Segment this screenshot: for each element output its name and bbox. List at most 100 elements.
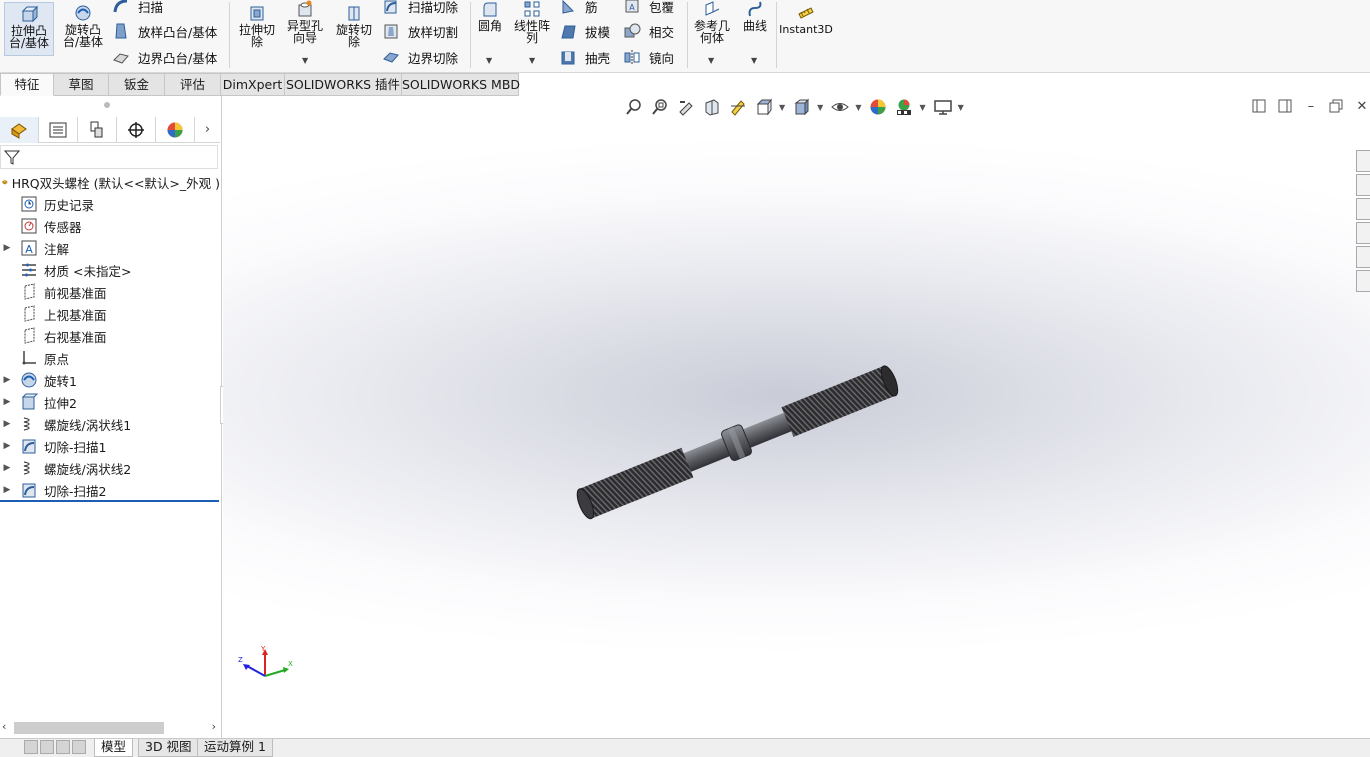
tab-solidworks-addins[interactable]: SOLIDWORKS 插件: [285, 73, 402, 96]
fillet-button[interactable]: 圆角: [474, 0, 506, 40]
prev-tab-icon[interactable]: [40, 740, 54, 754]
first-tab-icon[interactable]: [24, 740, 38, 754]
expand-arrow-icon[interactable]: ▶: [0, 243, 14, 253]
zoom-to-fit-icon[interactable]: [623, 97, 645, 117]
tab-dimxpert[interactable]: DimXpert: [221, 73, 285, 96]
close-icon[interactable]: ✕: [1353, 99, 1370, 117]
tree-item[interactable]: 材质 <未指定>: [0, 259, 220, 281]
tab-configuration-manager[interactable]: [78, 117, 117, 143]
task-pane-appearances-icon[interactable]: [1356, 246, 1370, 268]
curves-dropdown-icon[interactable]: ▼: [751, 56, 757, 65]
tree-item[interactable]: ▶ 螺旋线/涡状线1: [0, 413, 220, 435]
draft-button[interactable]: 拔模: [559, 21, 610, 41]
view-settings-icon[interactable]: [932, 97, 954, 117]
tree-item[interactable]: ▶ A 注解: [0, 237, 220, 259]
tree-item[interactable]: ▶ 切除-扫描2: [0, 479, 220, 501]
task-pane-3d-content-icon[interactable]: [1356, 174, 1370, 196]
tree-item[interactable]: 历史记录: [0, 193, 220, 215]
section-view-icon[interactable]: [701, 97, 723, 117]
reference-geometry-dropdown-icon[interactable]: ▼: [708, 56, 714, 65]
task-pane-design-library-icon[interactable]: [1356, 198, 1370, 220]
apply-scene-icon[interactable]: [893, 97, 915, 117]
tree-item[interactable]: 前视基准面: [0, 281, 220, 303]
tree-item[interactable]: 右视基准面: [0, 325, 220, 347]
tab-features[interactable]: 特征: [0, 73, 54, 96]
view-orientation-icon[interactable]: [753, 97, 775, 117]
expand-arrow-icon[interactable]: ▶: [0, 375, 14, 385]
revolve-boss-button[interactable]: 旋转凸台/基体: [58, 2, 108, 56]
restore-icon[interactable]: [1327, 99, 1345, 117]
tab-solidworks-mbd[interactable]: SOLIDWORKS MBD: [402, 73, 520, 96]
boundary-cut-button[interactable]: 边界切除: [382, 47, 458, 67]
view-orientation-dropdown-icon[interactable]: ▼: [779, 103, 785, 112]
sweep-button[interactable]: 扫描: [112, 0, 163, 16]
tree-root-part[interactable]: HRQ双头螺栓 (默认<<默认>_外观 ): [0, 171, 220, 193]
instant3d-button[interactable]: Instant3D: [779, 4, 833, 44]
panel-tabs-next-icon[interactable]: ›: [195, 117, 220, 142]
minimize-icon[interactable]: –: [1302, 99, 1320, 117]
next-tab-icon[interactable]: [56, 740, 70, 754]
stud-bolt-model[interactable]: [553, 346, 923, 536]
expand-arrow-icon[interactable]: ▶: [0, 485, 14, 495]
linear-pattern-dropdown-icon[interactable]: ▼: [529, 56, 535, 65]
scroll-right-icon[interactable]: ›: [212, 720, 216, 733]
tree-item[interactable]: ▶ 旋转1: [0, 369, 220, 391]
curves-button[interactable]: 曲线: [738, 0, 772, 40]
hole-wizard-button[interactable]: 异型孔向导: [282, 0, 328, 52]
extrude-cut-button[interactable]: 拉伸切除: [234, 4, 280, 56]
sweep-cut-button[interactable]: 扫描切除: [382, 0, 458, 16]
tree-item[interactable]: ▶ 拉伸2: [0, 391, 220, 413]
display-style-icon[interactable]: [791, 97, 813, 117]
tree-filter[interactable]: [0, 145, 218, 169]
panel-collapse-handle[interactable]: [104, 102, 110, 108]
expand-arrow-icon[interactable]: ▶: [0, 419, 14, 429]
linear-pattern-button[interactable]: 线性阵列: [510, 0, 554, 44]
tab-display-manager[interactable]: [156, 117, 195, 143]
expand-arrow-icon[interactable]: ▶: [0, 441, 14, 451]
task-pane-home-icon[interactable]: [1356, 150, 1370, 172]
tab-nav-arrows[interactable]: [24, 740, 86, 755]
last-tab-icon[interactable]: [72, 740, 86, 754]
extrude-boss-button[interactable]: 拉伸凸台/基体: [4, 2, 54, 56]
fillet-dropdown-icon[interactable]: ▼: [486, 56, 492, 65]
scroll-thumb[interactable]: [14, 722, 164, 734]
split-right-icon[interactable]: [1276, 99, 1294, 117]
expand-arrow-icon[interactable]: ▶: [0, 463, 14, 473]
loft-cut-button[interactable]: 放样切割: [382, 21, 458, 41]
tree-item[interactable]: ▶ 切除-扫描1: [0, 435, 220, 457]
edit-appearance-icon[interactable]: [867, 97, 889, 117]
tab-sheet-metal[interactable]: 钣金: [109, 73, 165, 96]
previous-view-icon[interactable]: [675, 97, 697, 117]
zoom-to-area-icon[interactable]: [649, 97, 671, 117]
mirror-button[interactable]: 镜向: [623, 47, 674, 67]
wrap-button[interactable]: A 包覆: [623, 0, 674, 16]
tree-item[interactable]: ▶ 螺旋线/涡状线2: [0, 457, 220, 479]
scroll-left-icon[interactable]: ‹: [2, 720, 6, 733]
tab-model[interactable]: 模型: [94, 739, 134, 757]
task-pane-file-explorer-icon[interactable]: [1356, 222, 1370, 244]
tab-3d-view[interactable]: 3D 视图: [138, 739, 199, 757]
graphics-area[interactable]: ▼ ▼ ▼ ▼ ▼ – ✕ Y X Z: [223, 96, 1370, 738]
shell-button[interactable]: 抽壳: [559, 47, 610, 67]
intersect-button[interactable]: 相交: [623, 21, 674, 41]
tab-motion-study[interactable]: 运动算例 1: [197, 739, 273, 757]
tab-feature-manager[interactable]: [0, 117, 39, 143]
rib-button[interactable]: 筋: [559, 0, 598, 16]
tree-item[interactable]: 传感器: [0, 215, 220, 237]
hide-show-items-icon[interactable]: [829, 97, 851, 117]
task-pane-custom-properties-icon[interactable]: [1356, 270, 1370, 292]
tree-item[interactable]: 原点: [0, 347, 220, 369]
expand-arrow-icon[interactable]: ▶: [0, 397, 14, 407]
tree-item[interactable]: 上视基准面: [0, 303, 220, 325]
loft-boss-button[interactable]: 放样凸台/基体: [112, 21, 217, 41]
tab-property-manager[interactable]: [39, 117, 78, 143]
reference-geometry-button[interactable]: 参考几何体: [691, 0, 733, 44]
restore-split-icon[interactable]: [1250, 99, 1268, 117]
boundary-boss-button[interactable]: 边界凸台/基体: [112, 47, 217, 67]
tab-sketch[interactable]: 草图: [54, 73, 109, 96]
apply-scene-dropdown-icon[interactable]: ▼: [919, 103, 925, 112]
hole-wizard-dropdown-icon[interactable]: ▼: [302, 56, 308, 65]
tab-dimxpert-manager[interactable]: [117, 117, 156, 143]
revolve-cut-button[interactable]: 旋转切除: [331, 4, 377, 56]
view-settings-dropdown-icon[interactable]: ▼: [958, 103, 964, 112]
